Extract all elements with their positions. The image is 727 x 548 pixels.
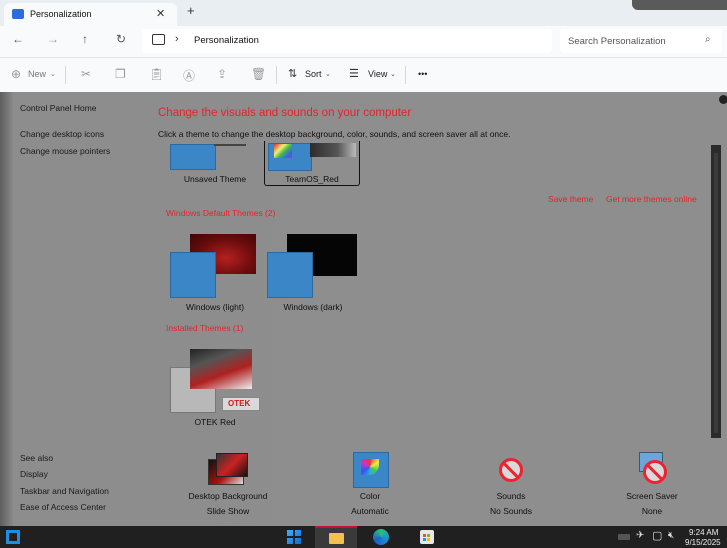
computer-icon [152,34,165,45]
color-swatch [274,144,292,158]
color-icon[interactable] [353,452,389,488]
address-bar[interactable]: › Personalization [142,29,552,53]
start-icon[interactable] [287,530,301,544]
store-icon[interactable] [420,530,434,544]
change-mouse-pointers-link[interactable]: Change mouse pointers [20,146,110,156]
otek-logo-text: OTEK [228,399,251,408]
edge-icon[interactable] [373,529,389,545]
sort-button[interactable]: Sort [305,69,322,79]
rename-icon[interactable]: Ⓐ [183,67,195,84]
chevron-down-icon: ⌄ [390,71,396,78]
widgets-icon[interactable] [6,530,20,544]
separator [405,66,406,84]
scrollbar-thumb[interactable] [714,153,718,433]
folder-icon [329,533,344,544]
save-theme-link[interactable]: Save theme [548,194,593,204]
back-icon[interactable]: ← [12,32,24,46]
theme-name: TeamOS_Red [285,174,339,184]
sounds-icon[interactable] [495,452,529,486]
display-link[interactable]: Display [20,469,48,479]
delete-icon[interactable]: 🗑︎ [251,67,266,81]
chevron-right-icon: › [175,33,179,45]
change-desktop-icons-link[interactable]: Change desktop icons [20,129,104,139]
display-icon[interactable]: ▢ [652,529,662,542]
share-icon[interactable]: ⇪ [217,67,227,81]
theme-thumbnail [267,252,313,298]
search-input[interactable]: Search Personalization [568,36,666,47]
volume-muted-icon[interactable]: 🔇︎ [668,530,674,541]
theme-unsaved[interactable] [170,144,246,170]
new-icon: ⊕ [11,67,22,81]
section-title-installed-themes: Installed Themes (1) [166,323,244,333]
tab-close-icon[interactable]: ✕ [156,7,165,20]
new-tab-button[interactable]: + [187,3,195,18]
theme-name: Unsaved Theme [183,174,247,184]
file-explorer-taskbar-button[interactable] [315,526,357,548]
theme-thumbnail [170,252,216,298]
theme-thumbnail [170,144,216,170]
control-panel-home-link[interactable]: Control Panel Home [20,103,97,113]
desktop-background-link[interactable]: Desktop Background [168,491,288,501]
cut-icon[interactable]: ✂ [81,67,91,81]
chevron-down-icon: ⌄ [325,71,331,78]
view-button[interactable]: View [368,69,387,79]
color-value: Automatic [351,506,389,516]
screen-saver-value: None [641,506,663,516]
clock-time[interactable]: 9:24 AM [689,528,718,537]
page-title: Change the visuals and sounds on your co… [158,107,412,119]
theme-name: Windows (dark) [283,302,343,312]
sounds-value: No Sounds [489,506,533,516]
separator [276,66,277,84]
theme-otek-red[interactable]: OTEK [170,349,262,413]
ease-of-access-link[interactable]: Ease of Access Center [20,502,106,512]
desktop-background-value: Slide Show [206,506,250,516]
copy-icon[interactable]: ❐ [115,67,126,81]
chevron-down-icon: ⌄ [50,71,56,78]
sounds-link[interactable]: Sounds [451,491,571,501]
personalization-icon [12,9,24,19]
theme-name: Windows (light) [185,302,245,312]
search-icon: ⌕ [705,34,711,45]
tab-title: Personalization [30,9,92,19]
clock-date[interactable]: 9/15/2025 [685,538,721,547]
screen-saver-link[interactable]: Screen Saver [592,491,712,501]
taskbar-navigation-link[interactable]: Taskbar and Navigation [20,486,109,496]
theme-thumbnail [214,144,246,146]
keyboard-icon[interactable] [618,534,630,540]
tab-personalization[interactable]: Personalization ✕ [4,3,177,26]
page-subtitle: Click a theme to change the desktop back… [158,129,511,139]
theme-name: OTEK Red [194,417,236,427]
more-options-button[interactable]: ••• [418,69,427,79]
command-bar: ⊕ New ⌄ ✂ ❐ 📋︎ Ⓐ ⇪ 🗑︎ ⇅ Sort ⌄ ☰ View ⌄ … [0,58,727,93]
taskbar: ✈︎ ▢ 🔇︎ 9:24 AM 9/15/2025 [0,526,727,548]
new-button[interactable]: New [28,69,46,79]
desktop-background-icon[interactable] [208,453,248,485]
title-bar: Personalization ✕ + [0,0,727,26]
window-controls[interactable] [632,0,727,10]
view-icon: ☰ [349,68,359,80]
theme-windows-light[interactable] [170,234,258,298]
theme-thumbnail [310,143,356,157]
search-box[interactable]: Search Personalization ⌕ [560,29,722,53]
section-title-default-themes: Windows Default Themes (2) [166,208,276,218]
up-icon[interactable]: ↑ [82,32,88,46]
otek-logo: OTEK [222,397,260,411]
forward-icon[interactable]: → [47,32,59,46]
theme-list-scrollbar[interactable] [711,145,721,438]
screen-saver-icon[interactable] [637,452,671,486]
paste-icon[interactable]: 📋︎ [149,67,164,81]
sort-icon: ⇅ [288,68,298,80]
breadcrumb[interactable]: Personalization [194,35,259,46]
color-link[interactable]: Color [310,491,430,501]
separator [65,66,66,84]
navigation-bar: ← → ↑ ↻ › Personalization Search Persona… [0,26,727,58]
help-icon[interactable] [719,95,727,104]
theme-thumbnail [268,143,312,171]
network-icon[interactable]: ✈︎ [636,530,644,541]
get-more-themes-link[interactable]: Get more themes online [606,194,697,204]
theme-windows-dark[interactable] [267,234,359,298]
refresh-icon[interactable]: ↻ [116,32,126,46]
theme-thumbnail [190,349,252,389]
see-also-title: See also [20,453,54,463]
